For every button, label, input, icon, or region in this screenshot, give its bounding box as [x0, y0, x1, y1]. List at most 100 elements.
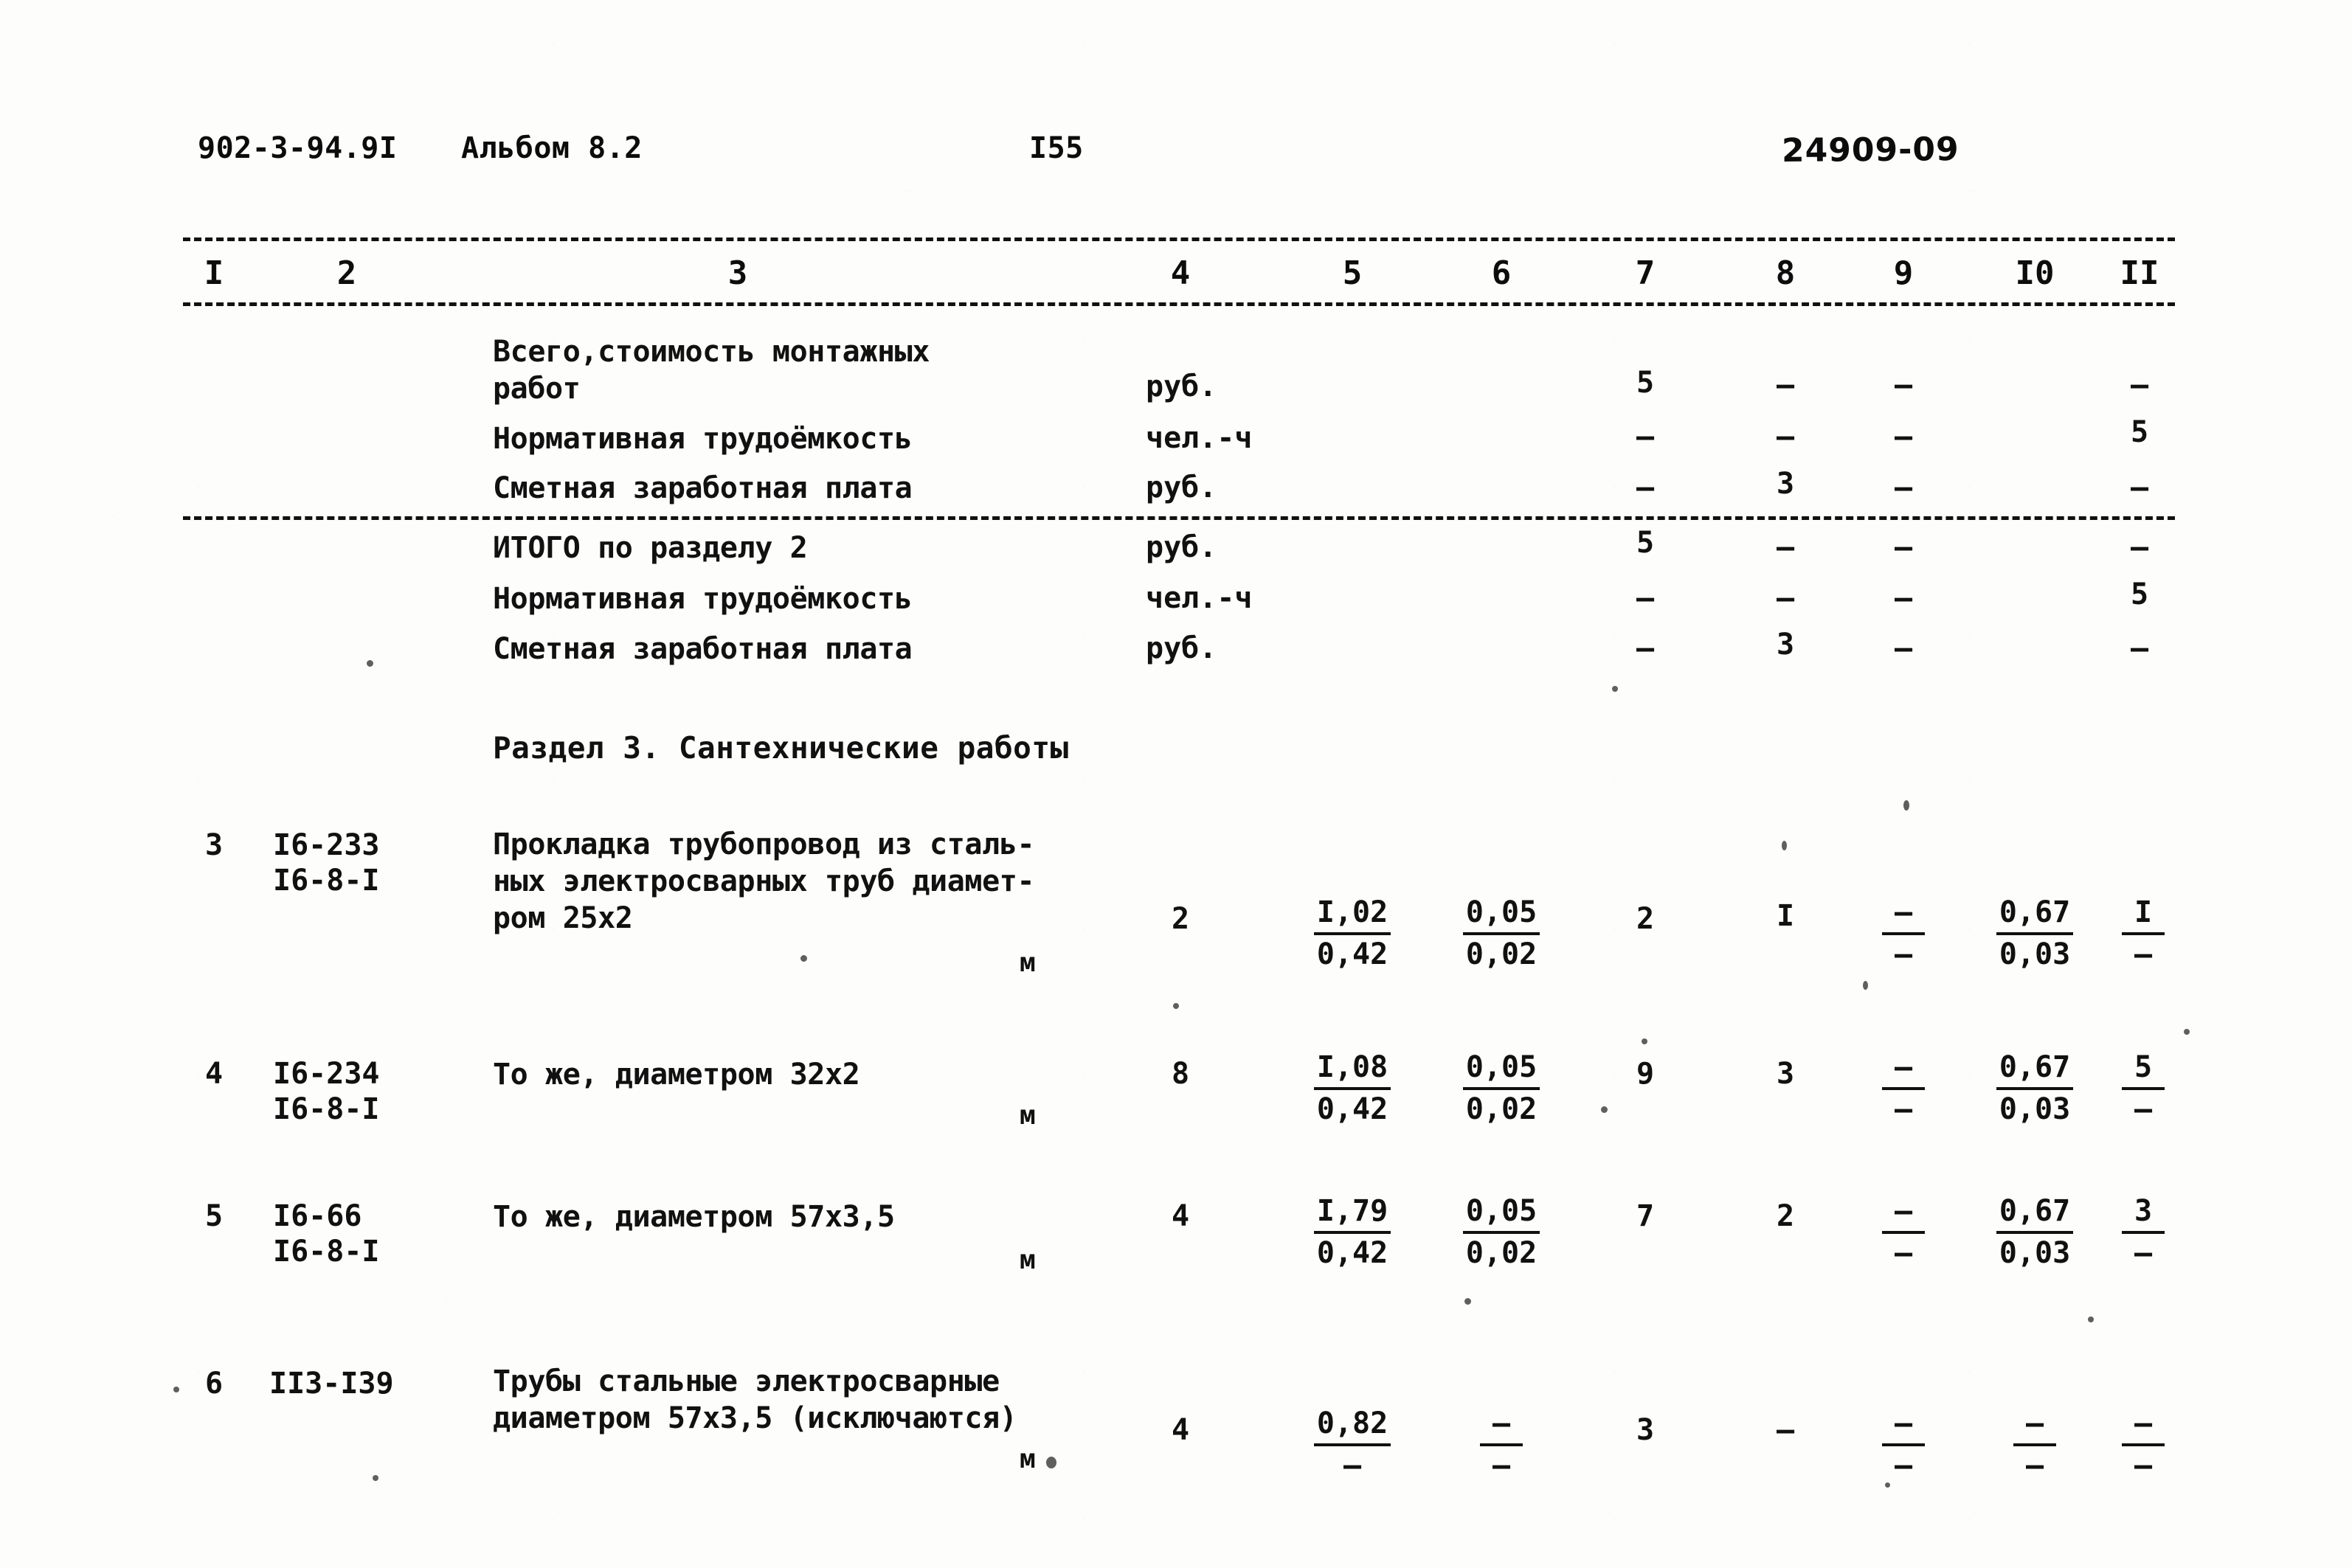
col11-denominator: – [2134, 937, 2153, 971]
fraction-bar [1882, 1087, 1925, 1090]
scan-grain-overlay [0, 0, 2352, 1568]
subtotal-row-col8: – [1776, 530, 1795, 564]
fraction-bar [1996, 932, 2073, 935]
column-number-3: 3 [727, 254, 748, 292]
item-row-col4: 2 [1171, 902, 1190, 936]
fraction-bar [2122, 1443, 2165, 1446]
item-row-description: Трубы стальные электросварные диаметром … [493, 1364, 1017, 1435]
fraction-bar [1463, 1087, 1540, 1090]
col6-denominator: 0,02 [1465, 937, 1538, 971]
scan-speck [1612, 686, 1618, 692]
col5-numerator: 0,82 [1316, 1406, 1388, 1440]
col11-numerator: 3 [2134, 1194, 2153, 1228]
scan-speck [2184, 1029, 2190, 1035]
item-row-unit: м [1020, 1100, 1036, 1131]
scan-speck [373, 1475, 378, 1481]
scanned-page: 902-3-94.9I Альбом 8.2 I55 24909-09 I 2 … [0, 0, 2352, 1568]
subtotal-row-description: Нормативная трудоёмкость [493, 582, 913, 616]
col10-denominator: 0,03 [1999, 937, 2071, 971]
scan-speck [1903, 800, 1909, 811]
column-number-4: 4 [1170, 254, 1191, 292]
item-row-col4: 8 [1171, 1057, 1190, 1091]
scan-speck [1885, 1482, 1890, 1488]
table-rule-header [183, 302, 2175, 306]
summary-row-col7: – [1636, 471, 1655, 504]
table-rule-top [183, 237, 2175, 241]
col11-denominator: – [2134, 1236, 2153, 1270]
item-row-code-2: I6-8-I [273, 1235, 380, 1269]
col10-numerator: – [2025, 1406, 2044, 1440]
col5-numerator: I,02 [1316, 895, 1388, 929]
section-heading: Раздел 3. Сантехнические работы [493, 730, 1069, 766]
item-row-description: То же, диаметром 57х3,5 [493, 1200, 895, 1234]
item-row-col6: 0,05 0,02 [1463, 896, 1540, 971]
fraction-bar [1314, 1087, 1391, 1090]
subtotal-row-col11: 5 [2130, 577, 2149, 611]
summary-row-col11: – [2130, 471, 2149, 504]
col11-denominator: – [2134, 1449, 2153, 1482]
col10-denominator: 0,03 [1999, 1092, 2071, 1126]
col6-numerator: – [1492, 1406, 1511, 1440]
item-row-col11: I – [2122, 896, 2165, 971]
fraction-bar [1314, 1231, 1391, 1234]
item-row-code-1: I6-234 [273, 1057, 380, 1091]
col5-denominator: 0,42 [1316, 1236, 1388, 1270]
scan-speck [1782, 841, 1787, 850]
col9-denominator: – [1894, 937, 1913, 971]
item-row-col8: 3 [1776, 1057, 1795, 1091]
item-row-col11: – – [2122, 1407, 2165, 1482]
col9-numerator: – [1894, 1050, 1913, 1084]
col9-numerator: – [1894, 1406, 1913, 1440]
subtotal-row-unit: руб. [1146, 530, 1217, 564]
table-rule-subtotal [183, 516, 2175, 520]
summary-row-description: Сметная заработная плата [493, 471, 913, 505]
subtotal-row-col7: – [1636, 581, 1655, 615]
col5-numerator: I,79 [1316, 1194, 1388, 1228]
item-row-unit: м [1020, 1245, 1036, 1275]
subtotal-row-col9: – [1894, 631, 1913, 665]
summary-row-col9: – [1894, 368, 1913, 402]
subtotal-row-col7: – [1636, 631, 1655, 665]
item-row-col6: – – [1480, 1407, 1523, 1482]
col6-denominator: 0,02 [1465, 1236, 1538, 1270]
subtotal-row-col9: – [1894, 581, 1913, 615]
item-row-col5: I,02 0,42 [1314, 896, 1391, 971]
item-row-col10: 0,67 0,03 [1996, 1051, 2073, 1125]
item-row-code-2: I6-8-I [273, 864, 380, 898]
column-number-2: 2 [336, 254, 357, 292]
item-row-col4: 4 [1171, 1413, 1190, 1447]
col5-denominator: – [1343, 1449, 1362, 1482]
item-row-unit: м [1020, 948, 1036, 978]
subtotal-row-col11: – [2130, 530, 2149, 564]
col6-denominator: 0,02 [1465, 1092, 1538, 1126]
summary-row-col9: – [1894, 471, 1913, 504]
scan-speck [1601, 1106, 1608, 1113]
album-label: Альбом 8.2 [461, 131, 643, 165]
fraction-bar [2122, 1087, 2165, 1090]
fraction-bar [2122, 932, 2165, 935]
item-row-col7: 2 [1636, 902, 1655, 936]
item-row-number: 6 [204, 1367, 224, 1401]
item-row-col4: 4 [1171, 1199, 1190, 1233]
column-number-7: 7 [1635, 254, 1656, 292]
col11-numerator: I [2134, 895, 2153, 929]
subtotal-row-col7: 5 [1636, 526, 1655, 560]
item-row-number: 5 [204, 1199, 224, 1233]
column-number-5: 5 [1342, 254, 1363, 292]
scan-speck [1173, 1003, 1179, 1009]
col6-numerator: 0,05 [1465, 895, 1538, 929]
summary-row-unit: руб. [1146, 471, 1217, 504]
item-row-col10: 0,67 0,03 [1996, 896, 2073, 971]
fraction-bar [1996, 1231, 2073, 1234]
page-number: I55 [1029, 131, 1084, 165]
subtotal-row-col8: – [1776, 581, 1795, 615]
item-row-col7: 9 [1636, 1057, 1655, 1091]
subtotal-row-unit: руб. [1146, 631, 1217, 665]
col9-numerator: – [1894, 1194, 1913, 1228]
col11-denominator: – [2134, 1092, 2153, 1126]
fraction-bar [1996, 1087, 2073, 1090]
subtotal-row-unit: чел.-ч [1146, 581, 1253, 615]
col10-numerator: 0,67 [1999, 1194, 2071, 1228]
summary-row-col9: – [1894, 420, 1913, 454]
summary-row-unit: руб. [1146, 370, 1217, 403]
